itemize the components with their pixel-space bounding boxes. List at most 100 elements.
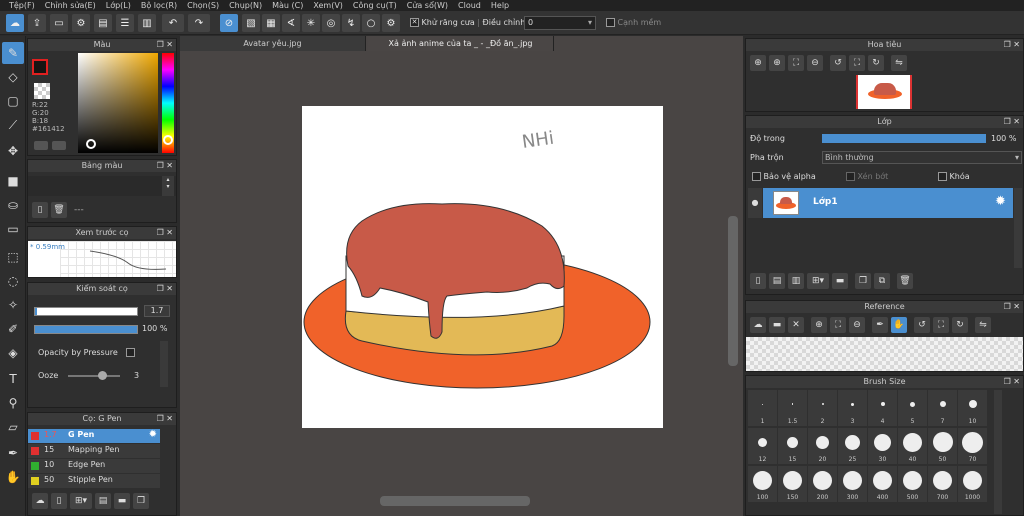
brush-size-option[interactable]: 1000	[958, 466, 987, 502]
new-layer-icon[interactable]: ▯	[750, 273, 766, 289]
menu-item[interactable]: Chụp(N)	[224, 0, 267, 11]
menu-item[interactable]: Màu (C)	[267, 0, 308, 11]
transparent-swatch[interactable]	[34, 83, 50, 99]
brush-size-option[interactable]: 30	[868, 428, 897, 464]
brush-size-option[interactable]: 1.5	[778, 390, 807, 426]
brush-size-option[interactable]: 300	[838, 466, 867, 502]
brush-size-option[interactable]: 5	[898, 390, 927, 426]
menu-item[interactable]: Help	[486, 0, 514, 11]
brush-size-slider[interactable]	[34, 307, 138, 316]
layer-settings-icon[interactable]: ✹	[995, 194, 1006, 209]
reference-view[interactable]	[746, 337, 1023, 371]
app-icon[interactable]: ☁	[6, 14, 24, 32]
ooze-handle[interactable]	[98, 371, 107, 380]
color-mode-button[interactable]	[34, 141, 48, 150]
layer-folder-icon[interactable]: ▬	[832, 273, 848, 289]
duplicate-layer-icon[interactable]: ❐	[855, 273, 871, 289]
visibility-icon[interactable]: ●	[748, 188, 762, 218]
brush-size-option[interactable]: 700	[928, 466, 957, 502]
menu-item[interactable]: Chọn(S)	[182, 0, 224, 11]
settings-icon[interactable]: ⚙	[72, 14, 90, 32]
redo-icon[interactable]: ↷	[188, 14, 210, 32]
folder-icon[interactable]: ▬	[114, 493, 130, 509]
fit-icon[interactable]: ⛶	[788, 55, 804, 71]
panel-controls-icon[interactable]: ❐ ✕	[157, 227, 173, 239]
eyedropper-icon[interactable]: ✒	[2, 442, 24, 464]
line-tool-icon[interactable]: ⟋	[2, 114, 24, 136]
parallel-icon[interactable]: ▧	[242, 14, 260, 32]
circle-icon[interactable]: ○	[362, 14, 380, 32]
duplicate-icon[interactable]: ❐	[133, 493, 149, 509]
eraser-tool-icon[interactable]: ◇	[2, 66, 24, 88]
brush-size-option[interactable]: 200	[808, 466, 837, 502]
brush-size-option[interactable]: 10	[958, 390, 987, 426]
menu-item[interactable]: Cloud	[453, 0, 486, 11]
tab-anime-food[interactable]: Xả ảnh anime của ta _ - _Đồ ăn_.jpg	[368, 36, 554, 51]
brush-list-item[interactable]: 1.7 G Pen ✹	[28, 429, 160, 443]
zoom-out-icon[interactable]: ⊖	[807, 55, 823, 71]
brush-size-option[interactable]: 12	[748, 428, 777, 464]
menu-item[interactable]: Công cụ(T)	[348, 0, 402, 11]
divider-tool-icon[interactable]: ▱	[2, 416, 24, 438]
opacity-slider[interactable]	[34, 325, 138, 334]
trash-icon[interactable]: 🗑	[51, 202, 67, 218]
drawing-canvas[interactable]: NHi	[302, 106, 663, 428]
comment-icon[interactable]: ▭	[50, 14, 68, 32]
operation-tool-icon[interactable]: ⚲	[2, 392, 24, 414]
select-pen-icon[interactable]: ✐	[2, 318, 24, 340]
panel-controls-icon[interactable]: ❐ ✕	[157, 160, 173, 172]
doc-icon[interactable]: ▥	[138, 14, 156, 32]
panel-controls-icon[interactable]: ❐ ✕	[157, 39, 173, 51]
panel-controls-icon[interactable]: ❐ ✕	[1004, 301, 1020, 313]
snap-off-icon[interactable]: ⊘	[220, 14, 238, 32]
brush-size-option[interactable]: 3	[838, 390, 867, 426]
concentric-icon[interactable]: ◎	[322, 14, 340, 32]
rectangle-select-icon[interactable]: ▢	[2, 90, 24, 112]
list-icon[interactable]: ☰	[116, 14, 134, 32]
hue-slider[interactable]	[162, 53, 174, 153]
brush-settings-icon[interactable]: ▤	[95, 493, 111, 509]
panel-controls-icon[interactable]: ❐ ✕	[157, 413, 173, 425]
layer-opacity-slider[interactable]	[822, 134, 986, 143]
menu-item[interactable]: Chỉnh sửa(E)	[40, 0, 101, 11]
brush-settings-gear-icon[interactable]: ✹	[149, 429, 157, 440]
layer-row[interactable]: Lớp1 ✹	[763, 188, 1013, 218]
brush-size-option[interactable]: 150	[778, 466, 807, 502]
panel-controls-icon[interactable]: ❐ ✕	[1004, 116, 1020, 128]
antialias-checkbox[interactable]: ✕	[410, 18, 419, 27]
tab-avatar[interactable]: Avatar yêu.jpg	[180, 36, 366, 51]
delete-layer-icon[interactable]: 🗑	[897, 273, 913, 289]
magic-wand-icon[interactable]: ✧	[2, 294, 24, 316]
radial-icon[interactable]: ✳	[302, 14, 320, 32]
lasso-tool-icon[interactable]: ◌	[2, 270, 24, 292]
blend-mode-select[interactable]: Bình thường ▾	[822, 151, 1022, 164]
lock-checkbox[interactable]	[938, 172, 947, 181]
brush-size-option[interactable]: 7	[928, 390, 957, 426]
brush-size-option[interactable]: 400	[868, 466, 897, 502]
horizontal-scrollbar[interactable]	[380, 496, 530, 506]
bucket-tool-icon[interactable]: ⛀	[2, 194, 24, 216]
opacity-pressure-checkbox[interactable]	[126, 348, 135, 357]
color-picker-handle[interactable]	[86, 139, 96, 149]
saturation-brightness-field[interactable]	[78, 53, 158, 153]
brush-size-option[interactable]: 25	[838, 428, 867, 464]
ref-rotate-left-icon[interactable]: ↺	[914, 317, 930, 333]
palette-scroll[interactable]: ▴ ▾	[162, 176, 174, 196]
merge-layer-icon[interactable]: ⧉	[874, 273, 890, 289]
ref-hand-icon[interactable]: ✋	[891, 317, 907, 333]
menu-item[interactable]: Cửa sổ(W)	[402, 0, 453, 11]
export-icon[interactable]: ⇪	[28, 14, 46, 32]
navigator-thumbnail[interactable]	[856, 75, 912, 109]
ref-fit-icon[interactable]: ⛶	[830, 317, 846, 333]
brush-size-option[interactable]: 500	[898, 466, 927, 502]
brush-size-option[interactable]: 40	[898, 428, 927, 464]
gear-ring-icon[interactable]: ⚙	[382, 14, 400, 32]
menu-item[interactable]: Bộ lọc(R)	[136, 0, 182, 11]
adjust-input[interactable]: 0 ▾	[524, 16, 596, 30]
brush-size-option[interactable]: 50	[928, 428, 957, 464]
text-tool-icon[interactable]: T	[2, 368, 24, 390]
brush-size-option[interactable]: 4	[868, 390, 897, 426]
brush-list-item[interactable]: 10 Edge Pen	[28, 459, 160, 473]
menu-item[interactable]: Lớp(L)	[101, 0, 136, 11]
new-raster-icon[interactable]: ▤	[769, 273, 785, 289]
